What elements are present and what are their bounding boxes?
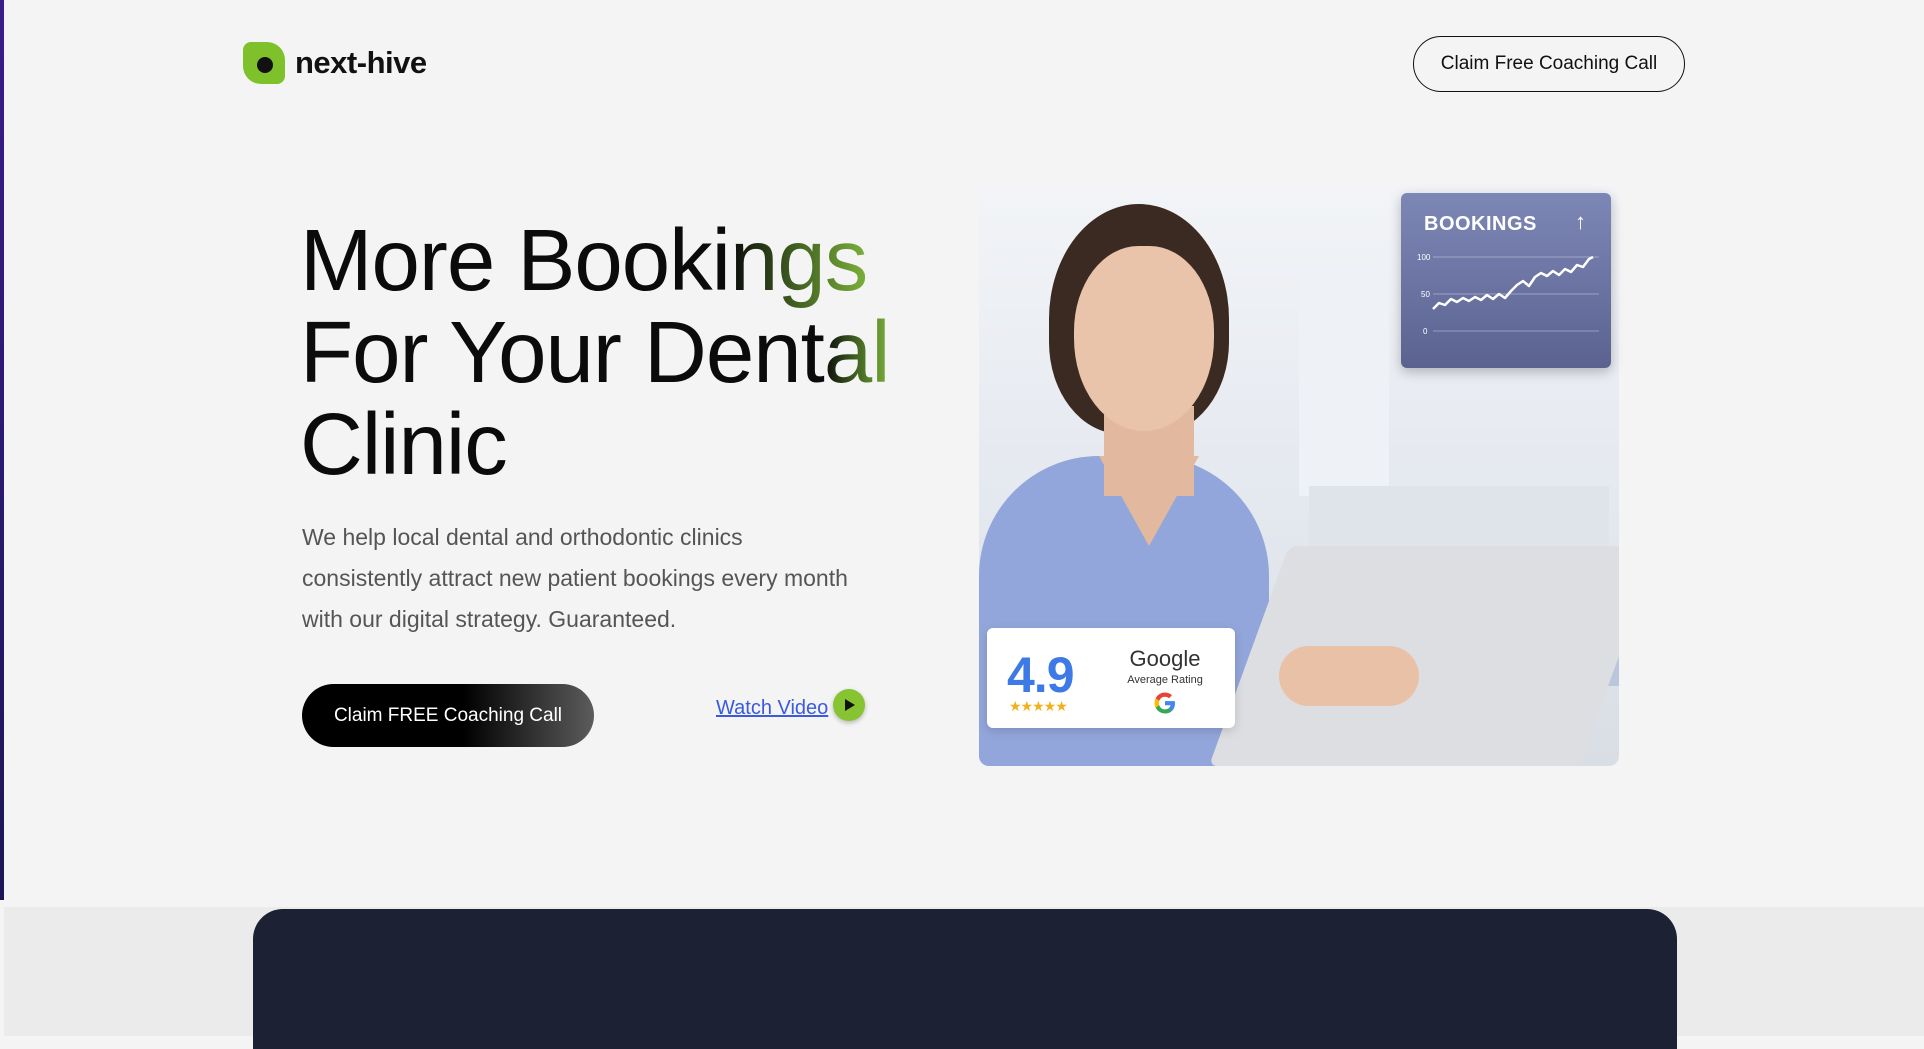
play-icon[interactable] xyxy=(833,689,866,721)
y-tick-0: 0 xyxy=(1423,327,1428,336)
logo-text: next-hive xyxy=(295,45,427,80)
claim-coaching-call-button[interactable]: Claim FREE Coaching Call xyxy=(302,684,594,747)
hero-title-line-3: Clinic xyxy=(300,396,508,493)
y-tick-100: 100 xyxy=(1417,253,1431,262)
google-g-icon xyxy=(1154,692,1175,714)
hero-title-line-1: More Bookings xyxy=(300,212,868,309)
bookings-sparkline: 100 50 0 xyxy=(1417,253,1599,336)
google-rating-card: 4.9 ★★★★★ Google Average Rating xyxy=(987,628,1235,728)
logo[interactable]: next-hive xyxy=(243,42,427,84)
left-edge-stripe xyxy=(0,0,4,900)
header-coaching-call-button[interactable]: Claim Free Coaching Call xyxy=(1413,36,1685,92)
bookings-card: BOOKINGS ↑ 100 50 0 xyxy=(1401,193,1611,368)
watch-video-link[interactable]: Watch Video xyxy=(716,697,828,720)
hero-title-line-2: For Your Dental xyxy=(300,304,891,401)
average-rating-label: Average Rating xyxy=(1127,674,1203,686)
y-tick-50: 50 xyxy=(1421,290,1430,299)
bookings-line xyxy=(1432,255,1594,310)
hero-title: More Bookings For Your Dental Clinic xyxy=(300,212,891,493)
logo-icon xyxy=(243,42,285,84)
rating-stars: ★★★★★ xyxy=(1009,698,1068,714)
hero-subtitle: We help local dental and orthodontic cli… xyxy=(302,524,848,632)
google-label: Google xyxy=(1129,646,1201,671)
bookings-title: BOOKINGS xyxy=(1424,213,1537,235)
arrow-up-icon: ↑ xyxy=(1575,209,1586,234)
watch-video[interactable]: Watch Video xyxy=(716,689,866,721)
rating-value: 4.9 xyxy=(1007,647,1075,703)
dark-feature-panel xyxy=(253,909,1677,1049)
